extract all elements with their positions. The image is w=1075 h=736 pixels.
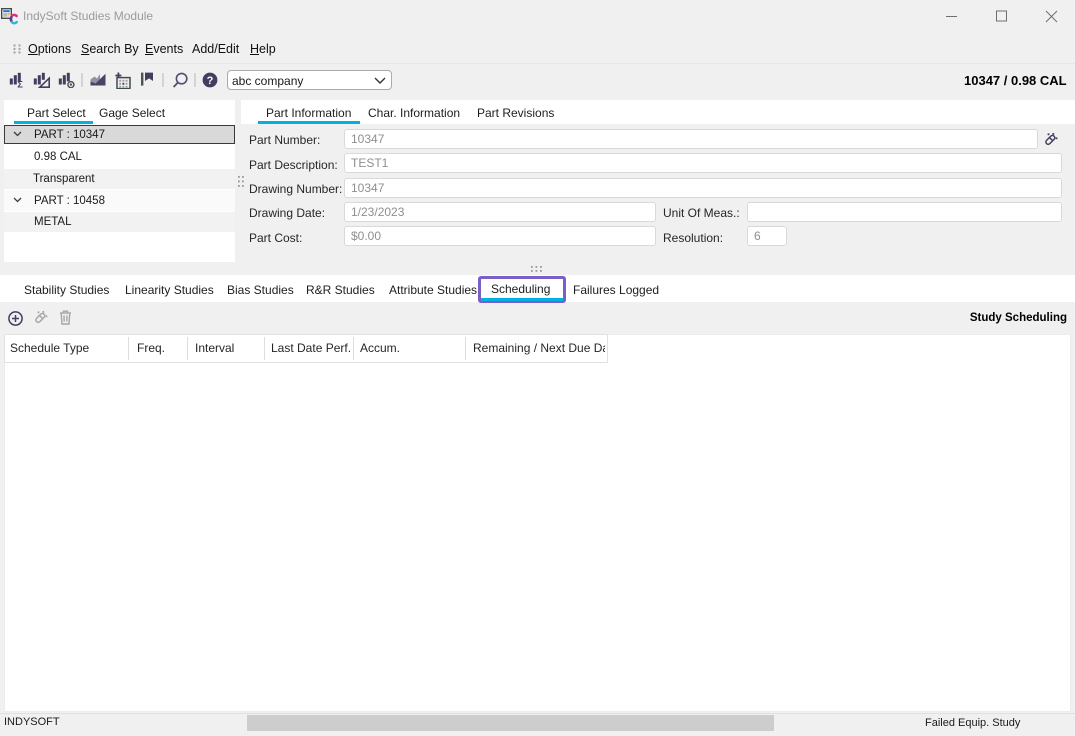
- svg-text:Σ: Σ: [17, 79, 23, 88]
- svg-text:?: ?: [207, 75, 214, 87]
